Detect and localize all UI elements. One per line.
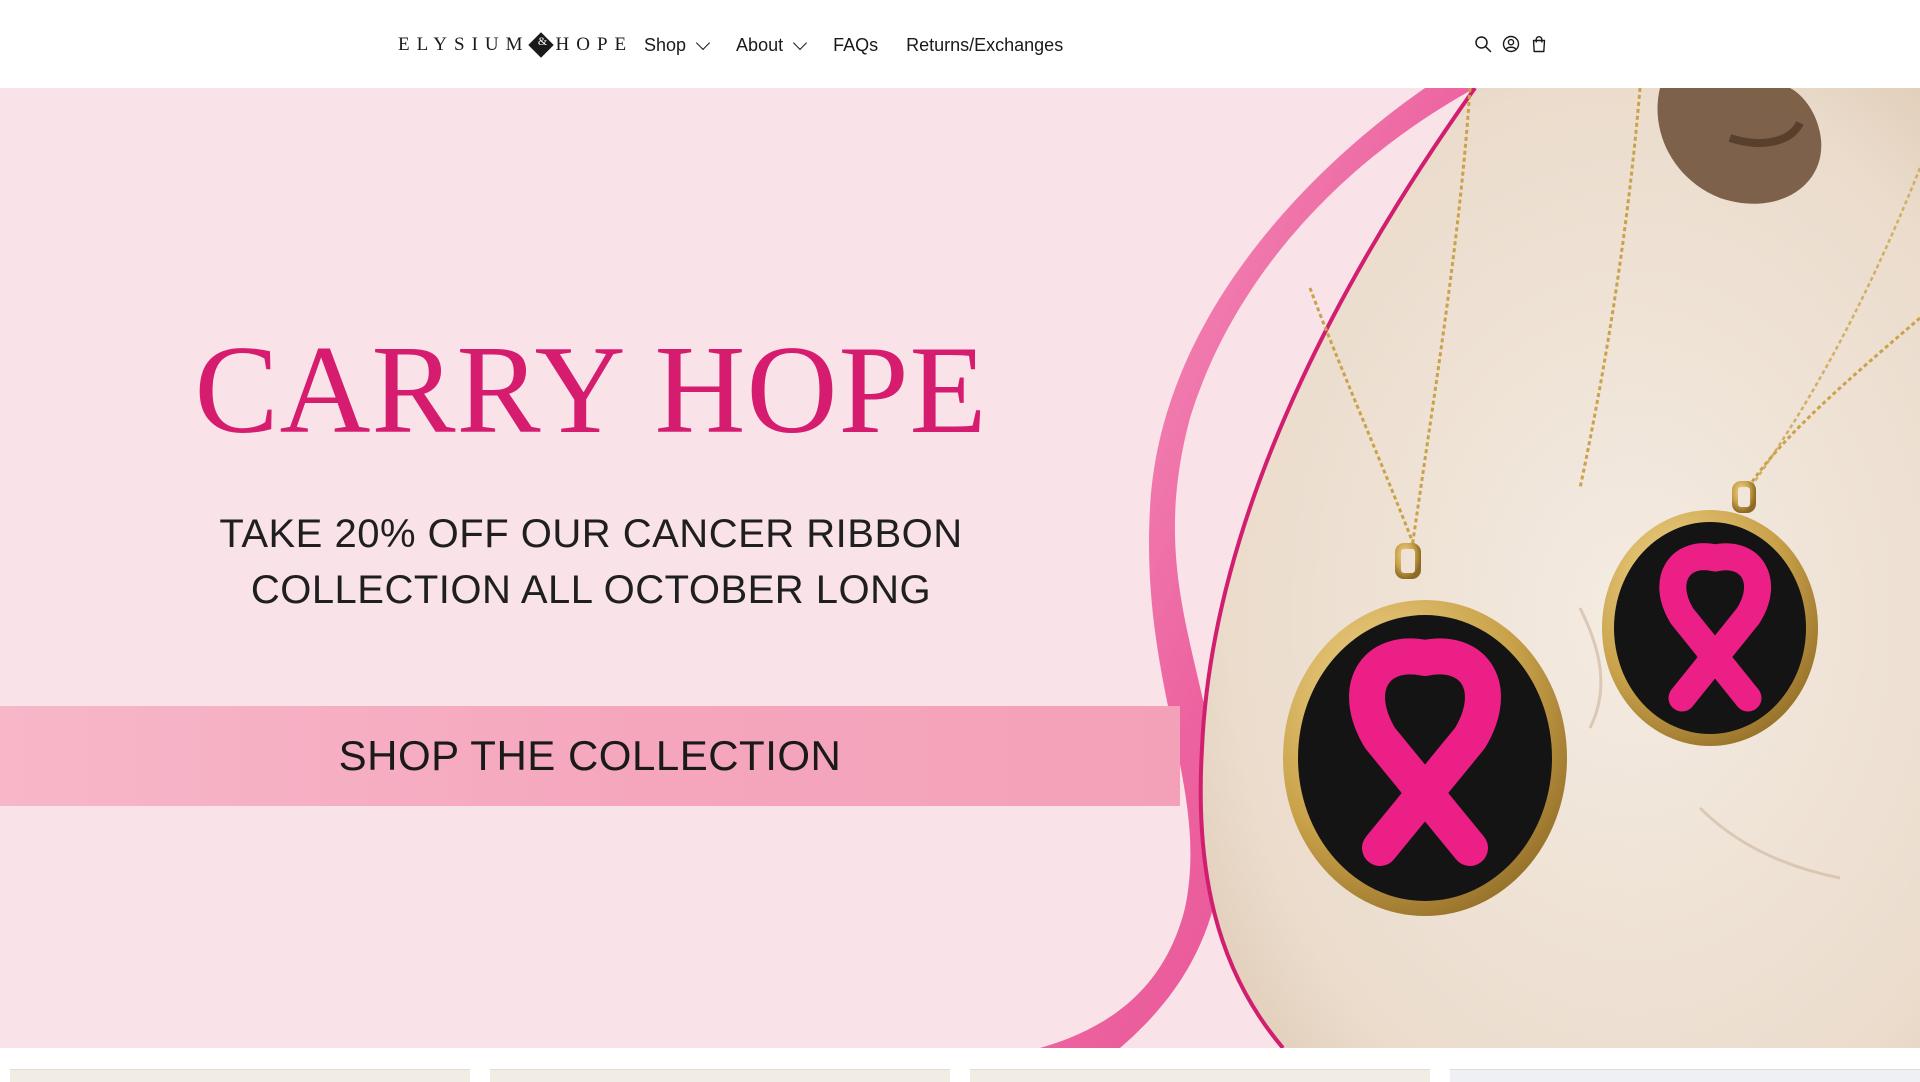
nav-returns-exchanges[interactable]: Returns/Exchanges xyxy=(906,35,1063,56)
photo-region xyxy=(1200,88,1920,1048)
cart-icon[interactable] xyxy=(1530,35,1548,53)
shop-collection-button[interactable]: SHOP THE COLLECTION xyxy=(0,706,1180,806)
header-icons xyxy=(1474,32,1548,56)
nav-faqs[interactable]: FAQs xyxy=(833,35,878,56)
main-nav: Shop About FAQs Returns/Exchanges xyxy=(644,30,1091,60)
brand-logo[interactable]: ELYSIUM HOPE xyxy=(398,30,633,60)
nav-shop-label: Shop xyxy=(644,34,687,55)
nav-about[interactable]: About xyxy=(736,34,808,56)
hero-banner[interactable]: CARRY HOPE TAKE 20% OFF OUR CANCER RIBBO… xyxy=(0,88,1920,1048)
hero-subtitle: TAKE 20% OFF OUR CANCER RIBBON COLLECTIO… xyxy=(0,506,1182,618)
logo-text-left: ELYSIUM xyxy=(398,34,530,55)
product-card[interactable] xyxy=(10,1069,470,1082)
hero-title: CARRY HOPE xyxy=(194,321,988,460)
nav-faqs-label: FAQs xyxy=(833,34,879,55)
logo-diamond-icon xyxy=(527,32,554,58)
chevron-down-icon xyxy=(695,35,711,50)
hero-subtitle-line-2: COLLECTION ALL OCTOBER LONG xyxy=(250,568,932,612)
logo-text-right: HOPE xyxy=(555,34,634,55)
product-card[interactable] xyxy=(1450,1069,1920,1082)
product-strip xyxy=(0,1048,1920,1082)
hero-subtitle-line-1: TAKE 20% OFF OUR CANCER RIBBON xyxy=(219,512,963,556)
nav-returns-label: Returns/Exchanges xyxy=(906,34,1064,55)
search-icon[interactable] xyxy=(1474,35,1492,53)
product-card[interactable] xyxy=(490,1069,950,1082)
chevron-down-icon xyxy=(793,35,808,50)
nav-about-label: About xyxy=(736,34,784,55)
account-icon[interactable] xyxy=(1502,35,1520,53)
nav-shop[interactable]: Shop xyxy=(644,34,711,56)
site-header: ELYSIUM HOPE Shop About FAQs Returns/Exc… xyxy=(0,0,1920,88)
product-card[interactable] xyxy=(970,1069,1430,1082)
